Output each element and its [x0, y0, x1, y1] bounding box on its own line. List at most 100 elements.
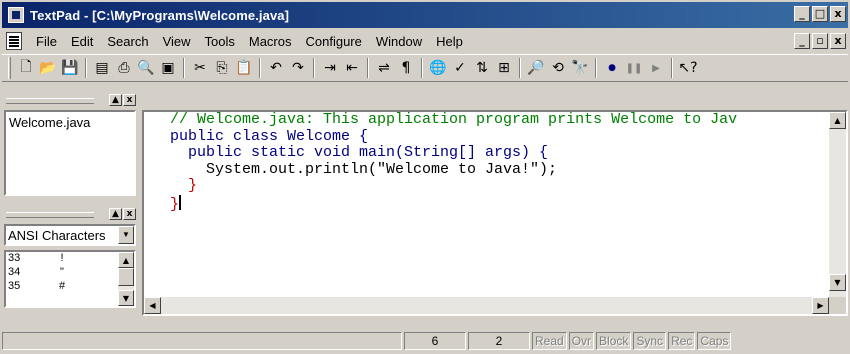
web-icon[interactable]: 🌐	[427, 57, 449, 79]
spell-check-icon[interactable]: ✓	[449, 57, 471, 79]
status-column-number: 2	[468, 332, 530, 350]
list-item[interactable]: 33 !	[6, 252, 134, 266]
text-caret	[179, 194, 182, 210]
pane-header[interactable]: ▲ x	[2, 94, 138, 108]
save-icon[interactable]: 💾	[59, 57, 81, 79]
status-flag-record[interactable]: Rec	[668, 332, 696, 350]
menu-search[interactable]: Search	[107, 34, 148, 49]
document-list: Welcome.java	[4, 110, 136, 196]
maximize-button[interactable]: □	[812, 6, 828, 22]
pane-header[interactable]: ▲ x	[2, 208, 138, 222]
cut-icon[interactable]: ✂	[189, 57, 211, 79]
paste-icon[interactable]: 📋	[233, 57, 255, 79]
title-bar[interactable]: TextPad - [C:\MyPrograms\Welcome.java] _…	[2, 2, 848, 28]
toolbar-separator	[259, 58, 261, 78]
indent-icon[interactable]: ⇥	[319, 57, 341, 79]
toolbar-separator	[421, 58, 423, 78]
charset-value: ANSI Characters	[8, 228, 106, 243]
scroll-thumb[interactable]	[118, 268, 134, 286]
toolbar-separator	[85, 58, 87, 78]
toolbar-separator	[519, 58, 521, 78]
menu-edit[interactable]: Edit	[71, 34, 93, 49]
code-line: System.out.println("Welcome to Java!");	[170, 160, 558, 178]
scroll-left-icon[interactable]: ◀	[144, 297, 161, 314]
code-line: // Welcome.java: This application progra…	[170, 111, 738, 128]
toolbar-separator	[367, 58, 369, 78]
pause-macro-icon[interactable]: ❚❚	[623, 57, 645, 79]
outdent-icon[interactable]: ⇤	[341, 57, 363, 79]
menu-help[interactable]: Help	[436, 34, 463, 49]
new-file-icon[interactable]: 🗋	[15, 57, 37, 79]
toolbar-grip[interactable]	[8, 57, 11, 79]
clip-library-pane: ▲ x ANSI Characters ▼ 33 ! 34 " 35 # ▲ ▼	[2, 208, 138, 320]
menu-view[interactable]: View	[163, 34, 191, 49]
code-editor[interactable]: // Welcome.java: This application progra…	[142, 110, 848, 316]
status-flag-sync[interactable]: Sync	[633, 332, 667, 350]
pane-minimize-button[interactable]: ▲	[109, 208, 122, 220]
find-in-files-icon[interactable]: 🔭	[569, 57, 591, 79]
document-menu-icon[interactable]	[6, 32, 22, 50]
document-item[interactable]: Welcome.java	[8, 114, 132, 131]
replace-icon[interactable]: ⟲	[547, 57, 569, 79]
context-help-icon[interactable]: ↖?	[677, 57, 699, 79]
redo-icon[interactable]: ↷	[287, 57, 309, 79]
doc-close-button[interactable]: x	[830, 33, 846, 49]
pilcrow-icon[interactable]: ¶	[395, 57, 417, 79]
pane-close-button[interactable]: x	[123, 94, 136, 106]
scroll-down-icon[interactable]: ▼	[829, 274, 846, 291]
toolbar: 🗋 📂 💾 ▤ ⎙ 🔍 ▣ ✂ ⎘ 📋 ↶ ↷ ⇥ ⇤ ⇌ ¶ 🌐 ✓ ⇅ ⊞ …	[2, 54, 848, 82]
menu-window[interactable]: Window	[376, 34, 422, 49]
open-folder-icon[interactable]: 📂	[37, 57, 59, 79]
toolbar-separator	[671, 58, 673, 78]
pane-close-button[interactable]: x	[123, 208, 136, 220]
doc-restore-button[interactable]: ▫	[812, 33, 828, 49]
code-line: public class Welcome {	[170, 127, 369, 145]
reformat-icon[interactable]: ⇌	[373, 57, 395, 79]
editor-horizontal-scrollbar[interactable]: ◀ ▶	[144, 297, 829, 314]
code-text[interactable]: // Welcome.java: This application progra…	[170, 111, 738, 213]
scroll-down-icon[interactable]: ▼	[118, 290, 134, 306]
list-item[interactable]: 35 #	[6, 280, 134, 294]
menu-file[interactable]: File	[36, 34, 57, 49]
pane-minimize-button[interactable]: ▲	[109, 94, 122, 106]
list-item[interactable]: 34 "	[6, 266, 134, 280]
code-line: public static void main(String[] args) {	[170, 144, 549, 161]
menu-configure[interactable]: Configure	[306, 34, 362, 49]
status-flag-caps[interactable]: Caps	[697, 332, 732, 350]
textpad-window: TextPad - [C:\MyPrograms\Welcome.java] _…	[0, 0, 850, 354]
doc-minimize-button[interactable]: _	[794, 33, 810, 49]
scroll-right-icon[interactable]: ▶	[812, 297, 829, 314]
menu-tools[interactable]: Tools	[205, 34, 235, 49]
textpad-app-icon[interactable]	[8, 7, 24, 23]
code-line: }	[170, 195, 180, 213]
status-flag-read[interactable]: Read	[532, 332, 567, 350]
menu-macros[interactable]: Macros	[249, 34, 292, 49]
status-flag-overwrite[interactable]: Ovr	[568, 332, 595, 350]
scroll-up-icon[interactable]: ▲	[829, 112, 846, 129]
toolbar-separator	[183, 58, 185, 78]
copy-icon[interactable]: ⎘	[211, 57, 233, 79]
status-line-number: 6	[404, 332, 466, 350]
find-icon[interactable]: 🔎	[525, 57, 547, 79]
compare-icon[interactable]: ⊞	[493, 57, 515, 79]
chevron-down-icon[interactable]: ▼	[118, 226, 134, 244]
menu-bar: File Edit Search View Tools Macros Confi…	[2, 30, 848, 52]
window-title: TextPad - [C:\MyPrograms\Welcome.java]	[30, 7, 290, 23]
close-button[interactable]: x	[830, 6, 846, 22]
record-macro-icon[interactable]: ●	[601, 57, 623, 79]
minimize-button[interactable]: _	[794, 6, 810, 22]
status-message	[2, 332, 402, 350]
print-preview-icon[interactable]: 🔍	[135, 57, 157, 79]
word-wrap-icon[interactable]: ▣	[157, 57, 179, 79]
play-macro-icon[interactable]: ▶	[645, 57, 667, 79]
status-flag-block[interactable]: Block	[596, 332, 632, 350]
manage-files-icon[interactable]: ▤	[91, 57, 113, 79]
sort-icon[interactable]: ⇅	[471, 57, 493, 79]
character-list-scrollbar[interactable]: ▲ ▼	[118, 252, 134, 306]
charset-select[interactable]: ANSI Characters ▼	[4, 224, 136, 246]
status-bar: 6 2 Read Ovr Block Sync Rec Caps	[2, 330, 848, 352]
undo-icon[interactable]: ↶	[265, 57, 287, 79]
scroll-up-icon[interactable]: ▲	[118, 252, 134, 268]
editor-vertical-scrollbar[interactable]: ▲ ▼	[829, 112, 846, 298]
print-icon[interactable]: ⎙	[113, 57, 135, 79]
